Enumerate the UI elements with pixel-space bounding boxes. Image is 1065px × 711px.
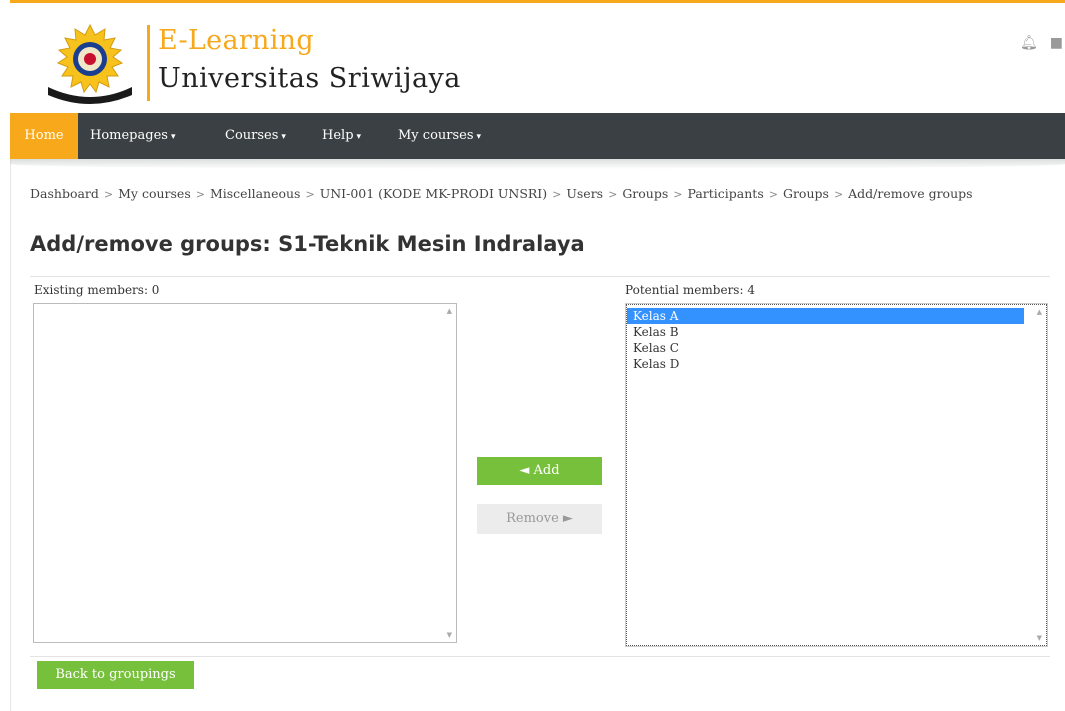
breadcrumb-item[interactable]: Miscellaneous — [210, 186, 301, 201]
breadcrumb-item[interactable]: My courses — [118, 186, 191, 201]
nav-homepages[interactable]: Homepages ▾ — [90, 113, 175, 159]
logo-divider — [147, 25, 150, 101]
list-item[interactable]: Kelas A — [627, 308, 1024, 324]
main-navbar: Home Homepages ▾ Courses ▾ Help ▾ My course… — [10, 113, 1065, 169]
scroll-down-icon[interactable]: ▼ — [447, 631, 452, 639]
breadcrumb-item[interactable]: Participants — [688, 186, 764, 201]
scroll-down-icon[interactable]: ▼ — [1037, 634, 1042, 642]
breadcrumb: Dashboard > My courses > Miscellaneous > UNI-0… — [30, 186, 973, 201]
chevron-down-icon: ▾ — [170, 132, 176, 142]
nav-courses[interactable]: Courses ▾ — [225, 113, 286, 159]
page-title: Add/remove groups: S1-Teknik Mesin Indra… — [30, 232, 585, 256]
nav-home[interactable]: Home — [10, 113, 78, 159]
nav-my-courses[interactable]: My courses ▾ — [398, 113, 481, 159]
list-item[interactable]: Kelas D — [627, 356, 1024, 372]
potential-members-label: Potential members: 4 — [625, 283, 755, 297]
chevron-right-icon: > — [768, 188, 778, 201]
chevron-right-icon: > — [195, 188, 205, 201]
breadcrumb-item[interactable]: UNI-001 (KODE MK-PRODI UNSRI) — [320, 186, 547, 201]
site-header: E-Learning Universitas Sriwijaya 🔔︎ ■ — [10, 3, 1065, 113]
chevron-down-icon: ▾ — [281, 132, 286, 142]
list-item[interactable]: Kelas C — [627, 340, 1024, 356]
nav-homepages-label: Homepages — [90, 128, 168, 143]
potential-members-list[interactable]: Kelas A Kelas B Kelas C Kelas D ▲ ▼ — [625, 303, 1048, 647]
list-item[interactable]: Kelas B — [627, 324, 1024, 340]
header-icons: 🔔︎ ■ — [1020, 35, 1063, 51]
form-bottom-divider — [30, 656, 1050, 657]
nav-my-courses-label: My courses — [398, 128, 474, 143]
chevron-down-icon: ▾ — [476, 132, 482, 142]
chevron-right-icon: > — [103, 188, 114, 201]
existing-members-label: Existing members: 0 — [34, 283, 160, 297]
breadcrumb-current[interactable]: Add/remove groups — [848, 186, 972, 201]
breadcrumb-item[interactable]: Users — [566, 186, 603, 201]
chevron-right-icon: > — [673, 188, 683, 201]
remove-button[interactable]: Remove ► — [477, 504, 602, 534]
nav-courses-label: Courses — [225, 128, 279, 143]
back-to-groupings-button[interactable]: Back to groupings — [37, 661, 194, 689]
brand-line-2: Universitas Sriwijaya — [158, 63, 461, 94]
scroll-up-icon[interactable]: ▲ — [447, 307, 452, 315]
breadcrumb-item[interactable]: Dashboard — [30, 186, 99, 201]
chevron-right-icon: > — [552, 188, 562, 201]
nav-help-label: Help — [322, 128, 354, 143]
chevron-right-icon: > — [608, 188, 618, 201]
chevron-down-icon: ▾ — [356, 132, 362, 142]
existing-members-list[interactable]: ▲ ▼ — [33, 303, 457, 643]
nav-help[interactable]: Help ▾ — [322, 113, 361, 159]
bell-icon[interactable]: 🔔︎ — [1020, 35, 1038, 51]
add-button[interactable]: ◄ Add — [477, 457, 602, 485]
breadcrumb-item[interactable]: Groups — [783, 186, 829, 201]
university-logo[interactable] — [40, 21, 140, 105]
breadcrumb-item[interactable]: Groups — [622, 186, 668, 201]
scroll-up-icon[interactable]: ▲ — [1037, 308, 1042, 316]
chat-icon[interactable]: ■ — [1050, 35, 1063, 51]
chevron-right-icon: > — [305, 188, 315, 201]
form-top-divider — [30, 276, 1050, 277]
chevron-right-icon: > — [833, 188, 844, 201]
brand-line-1: E-Learning — [158, 25, 314, 56]
